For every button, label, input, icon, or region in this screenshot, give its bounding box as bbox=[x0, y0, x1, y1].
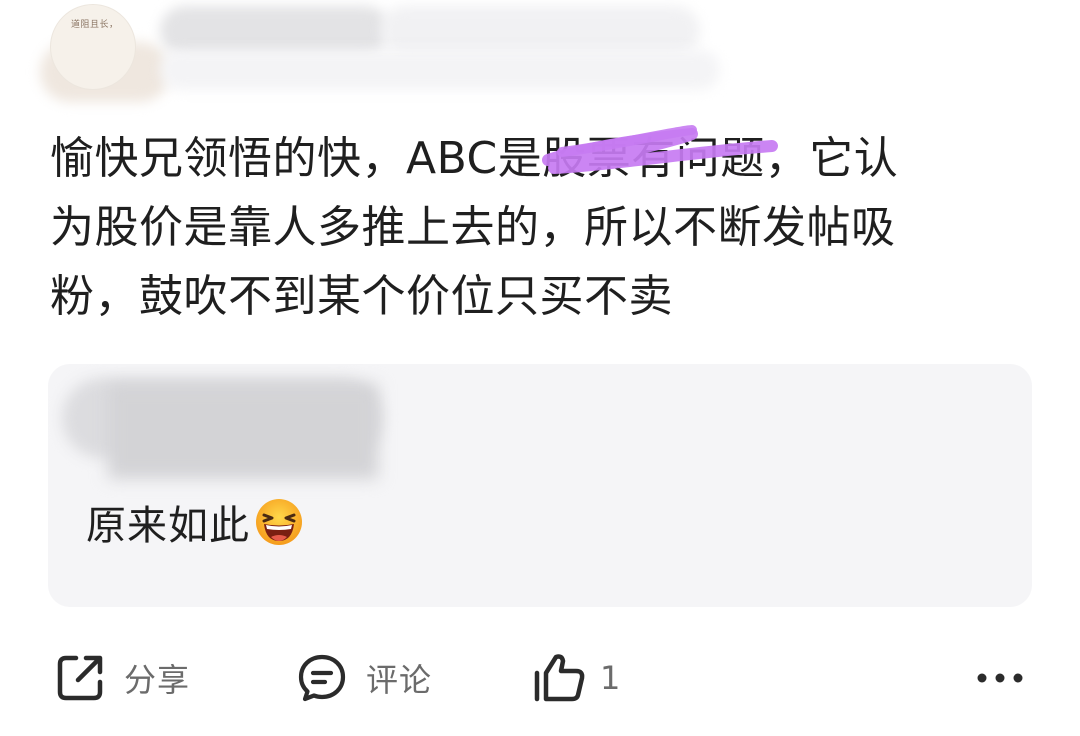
post-line-3: 粉，鼓吹不到某个价位只买不卖 bbox=[50, 271, 673, 322]
post-line-2: 为股价是靠人多推上去的，所以不断发帖吸 bbox=[50, 202, 896, 253]
like-button[interactable]: 1 bbox=[532, 640, 621, 716]
more-options-button[interactable] bbox=[976, 640, 1024, 716]
quoted-reply-card[interactable]: 原来如此 bbox=[48, 364, 1032, 607]
post-author-header[interactable]: 道阻且长， bbox=[0, 0, 1080, 110]
blurred-reply-author-detail bbox=[108, 384, 378, 479]
redacted-words: 股票有问题 bbox=[542, 133, 765, 184]
avatar-text: 道阻且长， bbox=[71, 20, 119, 30]
share-label: 分享 bbox=[124, 661, 191, 699]
avatar[interactable]: 道阻且长， bbox=[50, 4, 136, 90]
post-line-1: 愉快兄领悟的快，ABC是股票有问题 ，它认 bbox=[50, 124, 1040, 193]
thumbs-up-icon bbox=[532, 651, 588, 705]
comment-button[interactable]: 评论 bbox=[296, 640, 432, 716]
share-icon bbox=[54, 652, 106, 704]
blurred-author-subtitle bbox=[160, 50, 720, 90]
comment-label: 评论 bbox=[366, 661, 433, 699]
redacted-text: 股票有问题 bbox=[542, 124, 779, 193]
reply-content: 原来如此 bbox=[86, 494, 304, 550]
like-count: 1 bbox=[600, 659, 622, 697]
blurred-author-meta bbox=[380, 6, 700, 56]
post-action-bar: 分享 评论 1 bbox=[0, 640, 1080, 716]
blurred-author-name bbox=[160, 6, 390, 56]
post-text-segment: ，它认 bbox=[764, 133, 899, 184]
post-text-segment: 愉快兄领悟的快，ABC是 bbox=[50, 133, 543, 184]
share-button[interactable]: 分享 bbox=[54, 640, 190, 716]
laughing-emoji-icon bbox=[256, 499, 302, 545]
comment-icon bbox=[296, 652, 348, 704]
post-text: 愉快兄领悟的快，ABC是股票有问题 ，它认 为股价是靠人多推上去的，所以不断发帖吸… bbox=[50, 124, 1040, 331]
more-dots-icon bbox=[976, 671, 1024, 685]
reply-text: 原来如此 bbox=[86, 503, 250, 549]
